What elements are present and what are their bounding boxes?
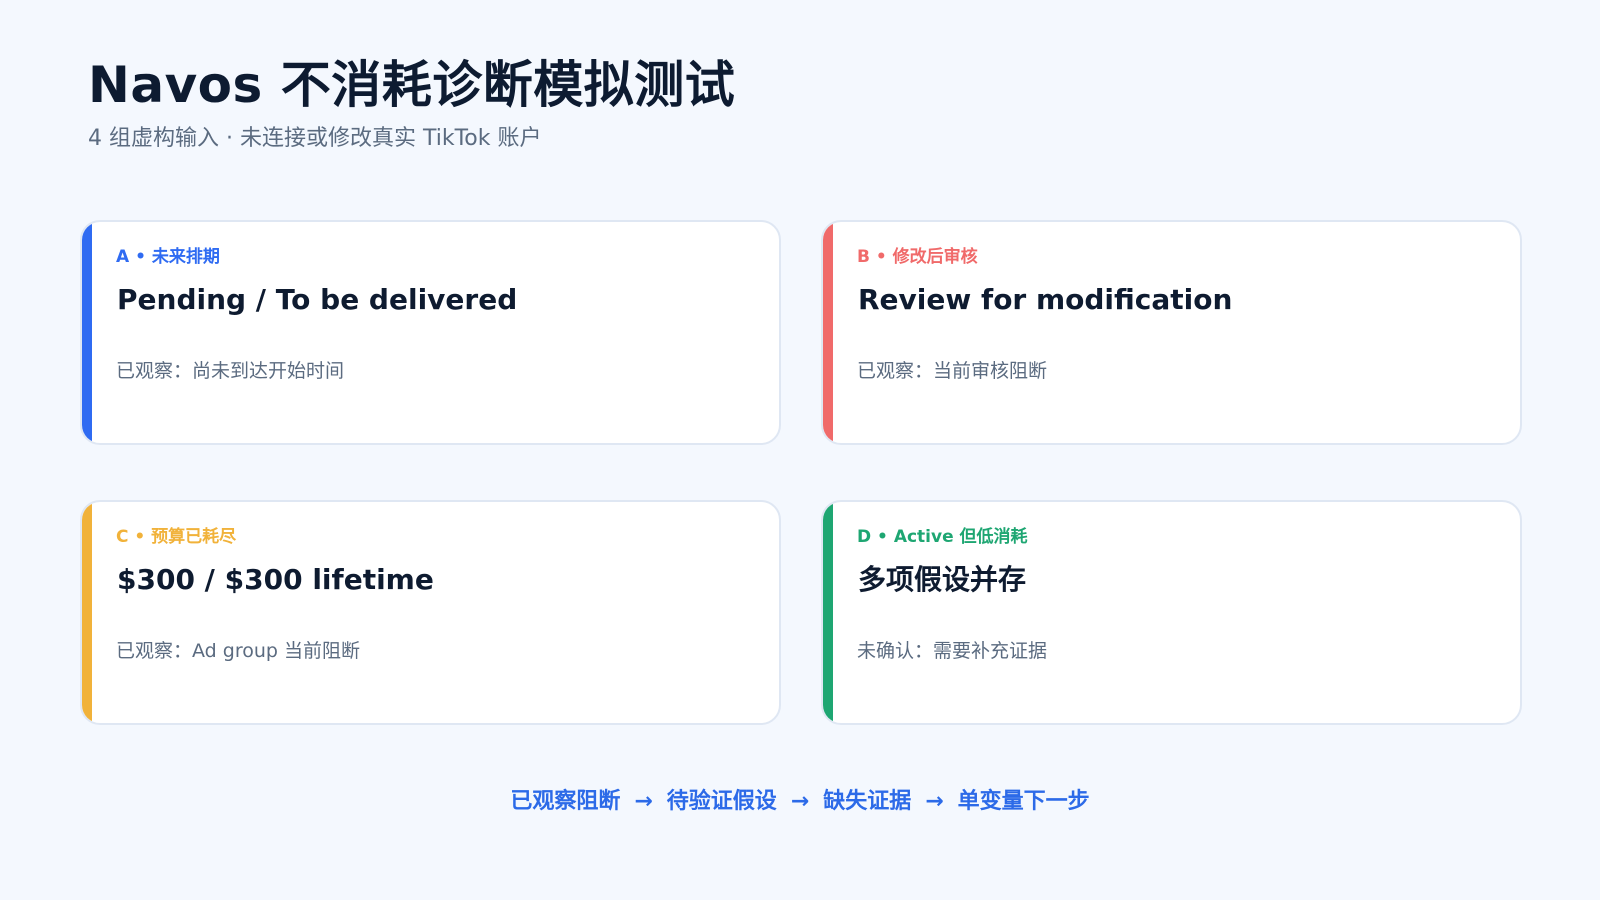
card-heading: 多项假设并存	[858, 563, 1027, 596]
card-accent-bar	[82, 502, 92, 723]
page-subtitle: 4 组虚构输入 · 未连接或修改真实 TikTok 账户	[88, 126, 542, 151]
card-note: 已观察：尚未到达开始时间	[116, 360, 345, 382]
flow-step-observed: 已观察阻断	[510, 789, 621, 814]
flow-step-hypothesis: 待验证假设	[666, 789, 777, 814]
card-eyebrow: C • 预算已耗尽	[116, 527, 237, 547]
card-accent-bar	[82, 222, 92, 443]
scenario-card-c: C • 预算已耗尽 $300 / $300 lifetime 已观察：Ad gr…	[80, 500, 781, 725]
arrow-right-icon: →	[925, 789, 944, 814]
diagnosis-flow: 已观察阻断 → 待验证假设 → 缺失证据 → 单变量下一步	[0, 786, 1600, 818]
arrow-right-icon: →	[634, 789, 653, 814]
flow-step-next-step: 单变量下一步	[957, 789, 1090, 814]
arrow-right-icon: →	[790, 789, 810, 814]
card-accent-bar	[823, 222, 833, 443]
page-header: Navos 不消耗诊断模拟测试 4 组虚构输入 · 未连接或修改真实 TikTo…	[88, 52, 735, 154]
scenario-grid: A • 未来排期 Pending / To be delivered 已观察：尚…	[80, 220, 1522, 725]
card-heading: Pending / To be delivered	[117, 283, 518, 316]
scenario-card-d: D • Active 但低消耗 多项假设并存 未确认：需要补充证据	[821, 500, 1522, 725]
scenario-card-a: A • 未来排期 Pending / To be delivered 已观察：尚…	[80, 220, 781, 445]
card-note: 已观察：Ad group 当前阻断	[116, 640, 360, 662]
card-heading: $300 / $300 lifetime	[117, 563, 434, 596]
page-title: Navos 不消耗诊断模拟测试	[88, 56, 736, 114]
card-eyebrow: B • 修改后审核	[857, 247, 978, 267]
card-accent-bar	[823, 502, 833, 723]
card-heading: Review for modification	[858, 283, 1233, 316]
card-eyebrow: A • 未来排期	[116, 247, 220, 267]
card-note: 未确认：需要补充证据	[857, 640, 1048, 662]
card-note: 已观察：当前审核阻断	[857, 360, 1048, 382]
flow-step-missing-evidence: 缺失证据	[823, 789, 912, 814]
card-eyebrow: D • Active 但低消耗	[857, 527, 1028, 547]
scenario-card-b: B • 修改后审核 Review for modification 已观察：当前…	[821, 220, 1522, 445]
